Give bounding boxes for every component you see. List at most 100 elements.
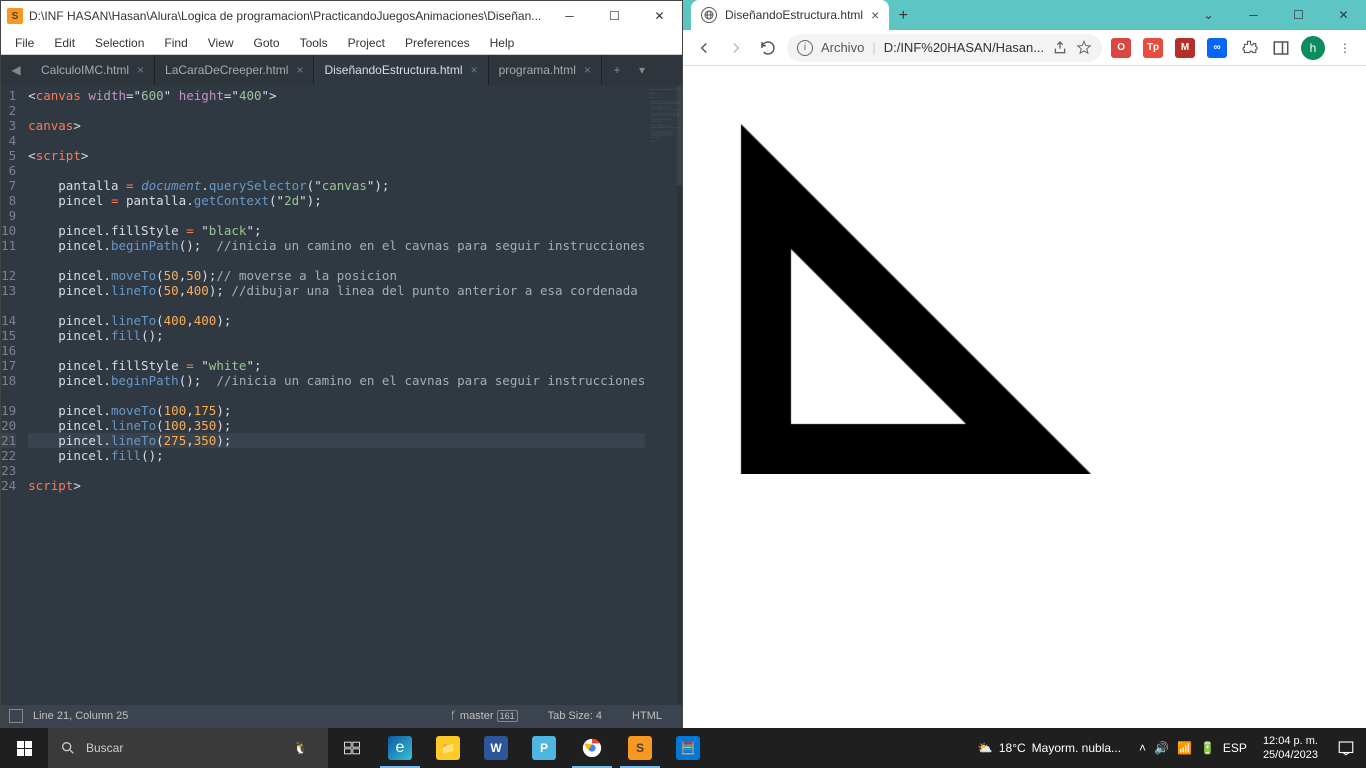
- cursor-position: Line 21, Column 25: [33, 710, 128, 722]
- tab-label: LaCaraDeCreeper.html: [165, 63, 288, 77]
- page-favicon-icon: [701, 7, 717, 23]
- chrome-menu-icon[interactable]: ⋮: [1332, 34, 1358, 62]
- back-button[interactable]: [691, 34, 717, 62]
- menu-help[interactable]: Help: [480, 34, 525, 52]
- omni-url: D:/INF%20HASAN/Hasan...: [884, 40, 1044, 55]
- tab-scroll-left[interactable]: ◀: [1, 55, 31, 85]
- side-panel-icon[interactable]: [1268, 34, 1294, 62]
- taskbar-clock[interactable]: 12:04 p. m. 25/04/2023: [1255, 734, 1326, 762]
- taskbar-app-edge[interactable]: e: [376, 728, 424, 768]
- menu-file[interactable]: File: [5, 34, 44, 52]
- close-button[interactable]: ✕: [637, 1, 682, 31]
- menu-tools[interactable]: Tools: [290, 34, 338, 52]
- line-gutter[interactable]: 1234567891011 1213 1415161718 1920212223…: [1, 85, 28, 705]
- tab-lacaradecreeper[interactable]: LaCaraDeCreeper.html ×: [155, 55, 314, 85]
- taskbar-app-p[interactable]: P: [520, 728, 568, 768]
- sublime-editor-body: 1234567891011 1213 1415161718 1920212223…: [1, 85, 682, 705]
- tab-close-icon[interactable]: ×: [296, 63, 303, 77]
- action-center-icon[interactable]: [1326, 728, 1366, 768]
- tab-close-icon[interactable]: ×: [584, 63, 591, 77]
- forward-button[interactable]: [723, 34, 749, 62]
- syntax-mode[interactable]: HTML: [632, 710, 662, 722]
- tab-label: DiseñandoEstructura.html: [324, 63, 462, 77]
- rendered-canvas: [691, 74, 1291, 474]
- tray-language[interactable]: ESP: [1223, 741, 1247, 755]
- search-icon: [60, 740, 76, 756]
- address-bar[interactable]: i Archivo | D:/INF%20HASAN/Hasan...: [787, 34, 1102, 62]
- menu-view[interactable]: View: [198, 34, 244, 52]
- browser-tab-label: DiseñandoEstructura.html: [725, 8, 863, 22]
- tray-chevron-icon[interactable]: ˄: [1139, 741, 1146, 755]
- sublime-text-window: S D:\INF HASAN\Hasan\Alura\Logica de pro…: [0, 0, 683, 728]
- scrollbar[interactable]: [677, 85, 682, 705]
- taskbar-app-chrome[interactable]: [568, 728, 616, 768]
- start-button[interactable]: [0, 728, 48, 768]
- maximize-button[interactable]: ☐: [1276, 0, 1321, 30]
- sublime-titlebar[interactable]: S D:\INF HASAN\Hasan\Alura\Logica de pro…: [1, 1, 682, 31]
- new-tab-button[interactable]: +: [602, 63, 632, 77]
- browser-tab[interactable]: DiseñandoEstructura.html ×: [691, 0, 889, 30]
- tray-volume-icon[interactable]: 🔊: [1154, 741, 1169, 755]
- tab-disenandoestructura[interactable]: DiseñandoEstructura.html ×: [314, 55, 488, 85]
- tray-battery-icon[interactable]: 🔋: [1200, 741, 1215, 755]
- taskbar-app-calculator[interactable]: 🧮: [664, 728, 712, 768]
- site-info-icon[interactable]: i: [797, 40, 813, 56]
- menu-find[interactable]: Find: [154, 34, 197, 52]
- code-editor[interactable]: <canvas width="600" height="400"> canvas…: [28, 85, 645, 705]
- minimize-button[interactable]: ─: [1231, 0, 1276, 30]
- search-placeholder: Buscar: [86, 741, 123, 755]
- weather-temp: 18°C: [999, 741, 1026, 755]
- system-tray[interactable]: ˄ 🔊 📶 🔋 ESP: [1131, 741, 1255, 755]
- minimize-button[interactable]: ─: [547, 1, 592, 31]
- maximize-button[interactable]: ☐: [592, 1, 637, 31]
- minimap[interactable]: canvas width="600" height="400"> canvas>…: [645, 85, 677, 705]
- scroll-thumb[interactable]: [677, 85, 682, 185]
- weather-icon: ⛅: [978, 741, 993, 755]
- sublime-statusbar: Line 21, Column 25 ᚶ master 161 Tab Size…: [1, 705, 682, 727]
- tab-close-icon[interactable]: ×: [871, 7, 879, 23]
- tab-size[interactable]: Tab Size: 4: [548, 710, 602, 722]
- menu-project[interactable]: Project: [338, 34, 395, 52]
- menu-preferences[interactable]: Preferences: [395, 34, 480, 52]
- tab-label: CalculoIMC.html: [41, 63, 129, 77]
- bookmark-star-icon[interactable]: [1076, 40, 1092, 56]
- tab-programa[interactable]: programa.html ×: [489, 55, 602, 85]
- weather-desc: Mayorm. nubla...: [1032, 741, 1121, 755]
- tab-close-icon[interactable]: ×: [471, 63, 478, 77]
- caret-down-icon[interactable]: ⌄: [1186, 0, 1231, 30]
- tab-label: programa.html: [499, 63, 576, 77]
- share-icon[interactable]: [1052, 40, 1068, 56]
- reload-button[interactable]: [755, 34, 781, 62]
- chrome-window: DiseñandoEstructura.html × + ⌄ ─ ☐ ✕: [683, 0, 1366, 728]
- omni-schema: Archivo: [821, 40, 864, 55]
- taskbar-app-sublime[interactable]: S: [616, 728, 664, 768]
- profile-avatar[interactable]: h: [1300, 34, 1326, 62]
- sublime-menubar: File Edit Selection Find View Goto Tools…: [1, 31, 682, 55]
- tab-dropdown[interactable]: ▾: [632, 63, 652, 77]
- extension-tp-icon[interactable]: Tp: [1140, 34, 1166, 62]
- tab-close-icon[interactable]: ×: [137, 63, 144, 77]
- taskbar-app-explorer[interactable]: 📁: [424, 728, 472, 768]
- chrome-titlebar[interactable]: DiseñandoEstructura.html × + ⌄ ─ ☐ ✕: [683, 0, 1366, 30]
- new-tab-button[interactable]: +: [889, 2, 917, 30]
- extension-mendeley-icon[interactable]: M: [1172, 34, 1198, 62]
- sublime-tabbar: ◀ CalculoIMC.html × LaCaraDeCreeper.html ×…: [1, 55, 682, 85]
- clock-date: 25/04/2023: [1263, 748, 1318, 762]
- tray-wifi-icon[interactable]: 📶: [1177, 741, 1192, 755]
- clock-time: 12:04 p. m.: [1263, 734, 1318, 748]
- tab-calculoimc[interactable]: CalculoIMC.html ×: [31, 55, 155, 85]
- git-branch[interactable]: ᚶ master 161: [450, 710, 517, 722]
- extension-opera-icon[interactable]: O: [1108, 34, 1134, 62]
- taskbar-app-word[interactable]: W: [472, 728, 520, 768]
- taskbar-search[interactable]: Buscar 🐧: [48, 728, 328, 768]
- menu-selection[interactable]: Selection: [85, 34, 154, 52]
- menu-goto[interactable]: Goto: [244, 34, 290, 52]
- menu-edit[interactable]: Edit: [44, 34, 85, 52]
- extensions-puzzle-icon[interactable]: [1236, 34, 1262, 62]
- taskbar-weather[interactable]: ⛅ 18°C Mayorm. nubla...: [968, 741, 1131, 755]
- sublime-app-icon: S: [7, 8, 23, 24]
- extension-meta-icon[interactable]: ∞: [1204, 34, 1230, 62]
- close-button[interactable]: ✕: [1321, 0, 1366, 30]
- task-view-button[interactable]: [328, 728, 376, 768]
- panel-switcher-icon[interactable]: [9, 709, 23, 723]
